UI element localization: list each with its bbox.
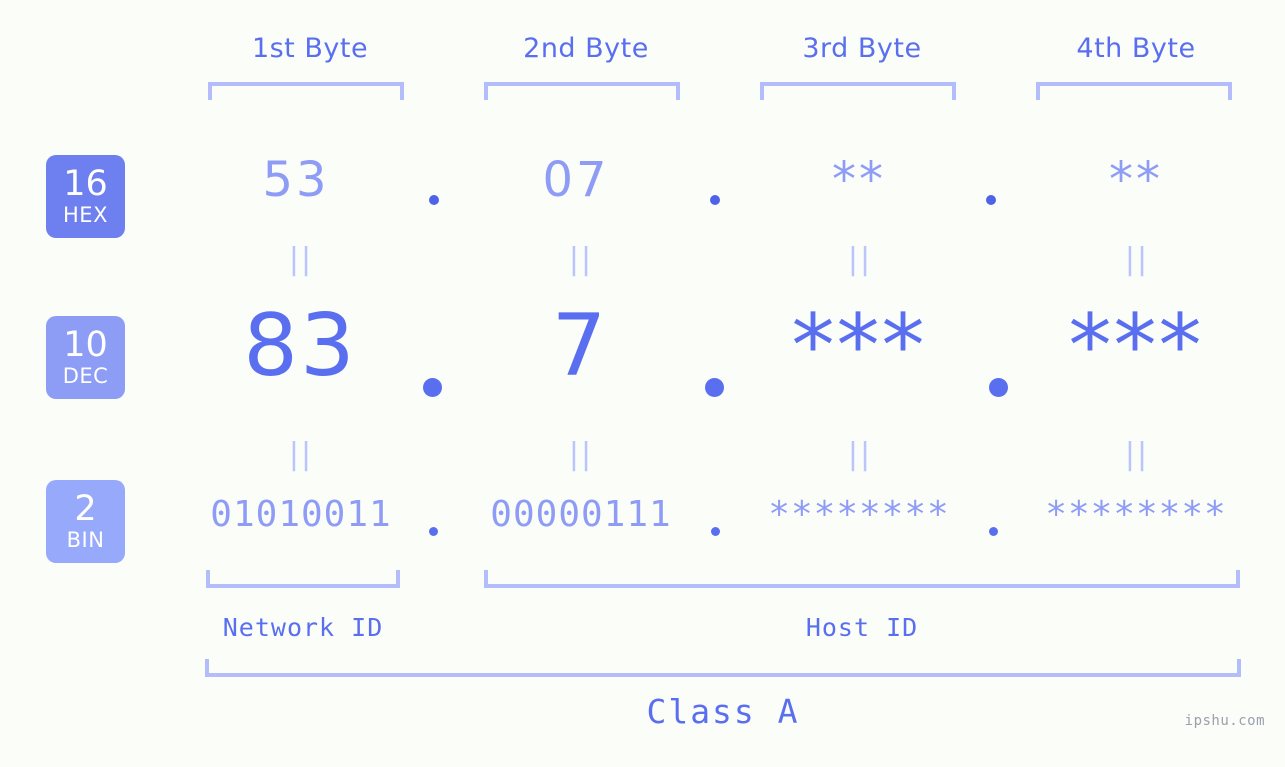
base-badge-dec-number: 10 xyxy=(63,325,108,365)
dec-separator-dot-2 xyxy=(705,378,724,397)
base-badge-hex[interactable]: 16 HEX xyxy=(46,155,125,238)
dec-byte-4: *** xyxy=(1068,296,1204,396)
hex-byte-1: 53 xyxy=(262,152,330,208)
byte-header-1: 1st Byte xyxy=(251,33,369,64)
equals-hex-dec-2: || xyxy=(568,242,594,277)
dec-byte-2: 7 xyxy=(551,296,609,396)
equals-dec-bin-4: || xyxy=(1124,437,1150,472)
network-id-bracket xyxy=(206,570,400,588)
byte-header-2: 2nd Byte xyxy=(523,33,649,64)
base-badge-bin-name: BIN xyxy=(66,528,105,552)
dec-separator-dot-3 xyxy=(989,378,1008,397)
hex-byte-3: ** xyxy=(832,152,886,208)
dec-separator-dot-1 xyxy=(423,378,442,397)
equals-dec-bin-3: || xyxy=(847,437,873,472)
byte-header-4: 4th Byte xyxy=(1076,33,1196,64)
dec-byte-3: *** xyxy=(791,296,927,396)
bin-byte-2: 00000111 xyxy=(490,494,672,535)
network-id-label: Network ID xyxy=(222,613,384,642)
base-badge-bin[interactable]: 2 BIN xyxy=(46,480,125,563)
bin-separator-dot-2 xyxy=(711,527,720,536)
hex-byte-4: ** xyxy=(1109,152,1163,208)
bin-separator-dot-1 xyxy=(429,527,438,536)
base-badge-dec-name: DEC xyxy=(62,364,109,388)
bin-byte-4: ******** xyxy=(1045,494,1227,535)
equals-dec-bin-2: || xyxy=(568,437,594,472)
byte-bracket-top-4 xyxy=(1036,82,1232,100)
class-bracket xyxy=(205,659,1241,677)
hex-separator-dot-1 xyxy=(429,195,439,205)
base-badge-hex-name: HEX xyxy=(63,203,108,227)
dec-byte-1: 83 xyxy=(243,296,357,396)
site-watermark: ipshu.com xyxy=(1184,713,1265,729)
bin-separator-dot-3 xyxy=(989,527,998,536)
bin-byte-3: ******** xyxy=(768,494,950,535)
byte-bracket-top-1 xyxy=(208,82,404,100)
base-badge-hex-number: 16 xyxy=(63,164,108,204)
ip-byte-diagram: 1st Byte 2nd Byte 3rd Byte 4th Byte 16 H… xyxy=(0,0,1285,767)
byte-bracket-top-3 xyxy=(760,82,956,100)
hex-separator-dot-2 xyxy=(710,195,720,205)
equals-hex-dec-1: || xyxy=(288,242,314,277)
byte-bracket-top-2 xyxy=(484,82,680,100)
equals-hex-dec-3: || xyxy=(847,242,873,277)
hex-separator-dot-3 xyxy=(986,195,996,205)
host-id-label: Host ID xyxy=(805,613,919,642)
hex-byte-2: 07 xyxy=(542,152,610,208)
base-badge-bin-number: 2 xyxy=(74,489,97,529)
equals-hex-dec-4: || xyxy=(1124,242,1150,277)
class-label: Class A xyxy=(646,692,800,731)
host-id-bracket xyxy=(484,570,1240,588)
byte-header-3: 3rd Byte xyxy=(802,33,922,64)
bin-byte-1: 01010011 xyxy=(210,494,392,535)
base-badge-dec[interactable]: 10 DEC xyxy=(46,316,125,399)
equals-dec-bin-1: || xyxy=(288,437,314,472)
